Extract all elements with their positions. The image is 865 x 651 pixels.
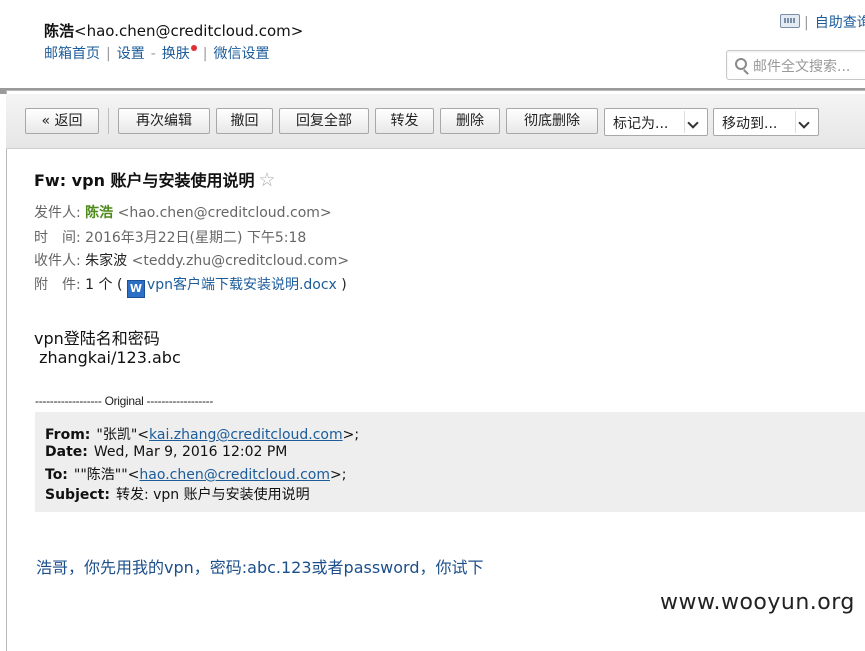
toolbar-divider (108, 108, 109, 134)
attachment-count: 1 个 ( (85, 277, 123, 293)
quote-from: From: "张凯"<kai.zhang@creditcloud.com>; (45, 427, 360, 443)
quote-from-email[interactable]: kai.zhang@creditcloud.com (149, 427, 343, 443)
back-button[interactable]: « 返回 (25, 108, 99, 134)
sender-row: 发件人: 陈浩 <hao.chen@creditcloud.com> (34, 205, 332, 221)
search-icon (735, 58, 747, 70)
time-row: 时 间: 2016年3月22日(星期二) 下午5:18 (34, 230, 307, 246)
account-email: <hao.chen@creditcloud.com> (74, 22, 304, 40)
search-placeholder: 邮件全文搜索... (753, 59, 851, 75)
chevron-down-icon (795, 111, 816, 133)
reply-all-button[interactable]: 回复全部 (279, 108, 369, 134)
account-name: 陈浩 (44, 22, 75, 40)
attachment-link[interactable]: vpn客户端下载安装说明.docx (147, 277, 337, 293)
keyboard-icon[interactable] (780, 14, 800, 28)
new-dot-icon (190, 45, 197, 51)
nav-mailbox-home[interactable]: 邮箱首页 (44, 46, 100, 62)
quoted-header: From: "张凯"<kai.zhang@creditcloud.com>; Da… (35, 412, 865, 512)
quote-subject: Subject: 转发: vpn 账户与安装使用说明 (45, 487, 310, 503)
sent-time: 2016年3月22日(星期二) 下午5:18 (85, 230, 307, 246)
quote-to: To: ""陈浩""<hao.chen@creditcloud.com>; (45, 467, 347, 483)
reply-text: 浩哥，你先用我的vpn，密码:abc.123或者password，你试下 (36, 558, 484, 577)
self-query-link[interactable]: | 自助查询 (804, 12, 865, 32)
recipient-email: <teddy.zhu@creditcloud.com> (131, 253, 350, 269)
nav-skin[interactable]: 换肤 (162, 46, 190, 62)
sender-name[interactable]: 陈浩 (85, 205, 113, 221)
mark-as-label: 标记为... (613, 116, 669, 132)
mark-as-select[interactable]: 标记为... (604, 108, 708, 136)
nav-wechat-settings[interactable]: 微信设置 (214, 46, 270, 62)
move-to-label: 移动到... (722, 116, 778, 132)
attachment-row: 附 件: 1 个 ( Wvpn客户端下载安装说明.docx ) (34, 274, 347, 298)
mail-toolbar: « 返回 再次编辑 撤回 回复全部 转发 删除 彻底删除 标记为... 移动到.… (6, 94, 865, 149)
word-doc-icon: W (126, 280, 145, 298)
top-header: 陈浩<hao.chen@creditcloud.com> 邮箱首页 | 设置 - 换肤 |… (0, 0, 865, 88)
top-nav: 邮箱首页 | 设置 - 换肤 | 微信设置 (44, 45, 270, 62)
recipient-name[interactable]: 朱家波 (85, 253, 127, 269)
nav-settings[interactable]: 设置 (117, 46, 145, 62)
search-input[interactable]: 邮件全文搜索... (726, 50, 865, 80)
body-line-2: zhangkai/123.abc (34, 348, 181, 367)
edit-again-button[interactable]: 再次编辑 (118, 108, 210, 134)
body-line-1: vpn登陆名和密码 (34, 329, 160, 348)
recall-button[interactable]: 撤回 (216, 108, 273, 134)
recipient-row: 收件人: 朱家波 <teddy.zhu@creditcloud.com> (34, 253, 350, 269)
quote-date: Date: Wed, Mar 9, 2016 12:02 PM (45, 444, 288, 460)
star-icon[interactable]: ☆ (259, 169, 276, 191)
mail-subject: Fw: vpn 账户与安装使用说明 ☆ (34, 169, 276, 191)
quote-to-email[interactable]: hao.chen@creditcloud.com (139, 467, 330, 483)
watermark: www.wooyun.org (660, 590, 855, 615)
sender-email: <hao.chen@creditcloud.com> (117, 205, 332, 221)
delete-button[interactable]: 删除 (440, 108, 500, 134)
move-to-select[interactable]: 移动到... (713, 108, 819, 136)
account-info: 陈浩<hao.chen@creditcloud.com> (44, 20, 303, 41)
chevron-down-icon (684, 111, 705, 133)
forward-button[interactable]: 转发 (375, 108, 434, 134)
delete-permanently-button[interactable]: 彻底删除 (506, 108, 598, 134)
original-separator: ------------------ Original ------------… (35, 394, 214, 408)
